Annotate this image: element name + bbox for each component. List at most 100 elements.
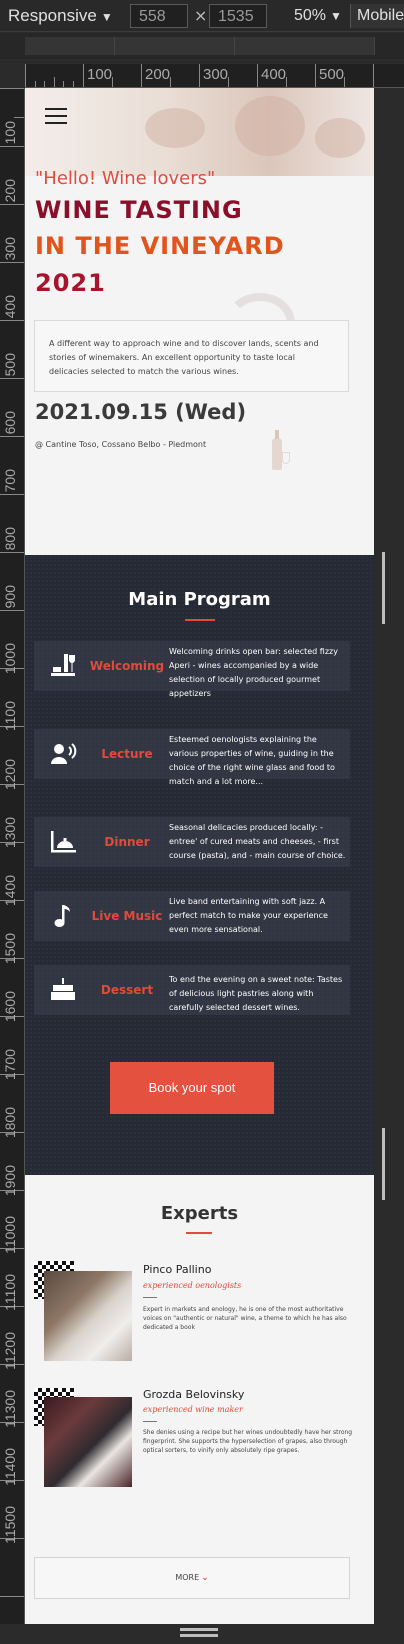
program-item-label: Live Music: [91, 909, 163, 923]
ruler-tick: [199, 64, 200, 87]
program-item: Welcoming Welcoming drinks open bar: sel…: [34, 641, 350, 698]
ruler-tick: [112, 77, 113, 87]
device-label: Responsive: [8, 6, 97, 25]
ruler-label: 1300: [2, 817, 18, 849]
ruler-tick: [0, 146, 24, 147]
more-button[interactable]: MORE ⌄: [34, 1557, 350, 1599]
ruler-tick: [0, 320, 24, 321]
ruler-label: 1600: [2, 991, 18, 1023]
media-query-segment[interactable]: [115, 37, 235, 55]
media-query-bar: [0, 33, 404, 59]
section-title: Main Program: [128, 589, 271, 610]
expert-role: experienced wine maker: [143, 1405, 243, 1414]
hamburger-menu-icon[interactable]: [45, 108, 67, 124]
speaker-icon: [51, 743, 77, 764]
expert-name: Pinco Pallino: [143, 1263, 212, 1276]
wine-bottle-glass-icon: [51, 654, 75, 676]
program-item-label: Welcoming: [89, 659, 165, 673]
expert-bio: She denies using a recipe but her wines …: [143, 1429, 353, 1454]
ruler-label: 11200: [2, 1332, 18, 1370]
height-input[interactable]: 1535: [209, 4, 267, 28]
ruler-label: 800: [2, 527, 18, 551]
ruler-tick: [83, 64, 84, 87]
hero-title-line3: 2021: [35, 269, 106, 297]
program-item: Lecture Esteemed oenologists explaining …: [34, 729, 350, 786]
intro-text: A different way to approach wine and to …: [49, 339, 319, 376]
hero-section: "Hello! Wine lovers" WINE TASTING IN THE…: [25, 88, 374, 555]
ruler-tick: [0, 262, 24, 263]
ruler-tick: [0, 494, 24, 495]
ruler-tick: [0, 610, 24, 611]
chevron-down-icon: ⌄: [201, 1573, 209, 1583]
vertical-ruler: 100 200 300 400 500 600 700 800 900 1000…: [0, 88, 25, 1624]
ruler-tick: [14, 117, 24, 118]
resize-handle-right[interactable]: [382, 1128, 392, 1200]
width-input[interactable]: 558: [130, 4, 188, 28]
expert-name: Grozda Belovinsky: [143, 1388, 245, 1401]
media-query-segment[interactable]: [235, 37, 375, 55]
ruler-tick: [0, 436, 24, 437]
event-date: 2021.09.15 (Wed): [35, 400, 247, 424]
ruler-tick: [54, 77, 55, 87]
ruler-label: 200: [2, 179, 18, 203]
ruler-tick: [63, 81, 64, 87]
hero-background-photo: [25, 88, 374, 176]
ruler-tick: [373, 64, 374, 87]
expert-photo: [44, 1271, 132, 1361]
expert-photo: [44, 1397, 132, 1487]
intro-box: A different way to approach wine and to …: [34, 320, 349, 392]
resize-handle-right[interactable]: [382, 552, 392, 624]
ruler-tick: [141, 64, 142, 87]
ruler-tick: [0, 88, 24, 89]
ruler-label: 500: [319, 66, 345, 83]
ruler-label: 300: [203, 66, 229, 83]
wine-bottle-decoration: [272, 430, 282, 470]
ruler-tick: [25, 64, 26, 87]
section-title: Experts: [160, 1203, 239, 1224]
event-venue: @ Cantine Toso, Cossano Belbo - Piedmont: [35, 440, 207, 449]
ruler-tick: [0, 552, 24, 553]
mode-select[interactable]: Mobile: [350, 4, 404, 28]
ruler-tick: [344, 77, 345, 87]
ruler-label: 100: [2, 121, 18, 145]
ruler-label: 100: [87, 66, 113, 83]
ruler-label: 1000: [2, 643, 18, 675]
ruler-label: 11400: [2, 1448, 18, 1486]
program-item-desc: Welcoming drinks open bar: selected fizz…: [169, 647, 338, 698]
device-viewport: "Hello! Wine lovers" WINE TASTING IN THE…: [25, 88, 374, 1624]
program-item-desc: Esteemed oenologists explaining the vari…: [169, 735, 335, 786]
ruler-label: 300: [2, 237, 18, 261]
ruler-tick: [257, 64, 258, 87]
experts-section: Experts Pinco Pallino experienced oenolo…: [25, 1175, 374, 1624]
hero-greeting: "Hello! Wine lovers": [35, 168, 216, 189]
ruler-tick: [228, 77, 229, 87]
more-label: MORE: [175, 1573, 200, 1582]
book-spot-button[interactable]: Book your spot: [110, 1062, 274, 1114]
ruler-tick: [0, 378, 24, 379]
ruler-tick: [315, 64, 316, 87]
horizontal-ruler: 100 200 300 400 500: [25, 64, 404, 88]
devtools-toolbar: Responsive ▼ 558 × 1535 50% ▼ Mobile: [0, 0, 404, 32]
device-select[interactable]: Responsive ▼: [8, 4, 113, 28]
ruler-tick: [170, 77, 171, 87]
expert-divider: [143, 1421, 157, 1422]
zoom-select[interactable]: 50% ▼: [294, 4, 342, 28]
zoom-label: 50%: [294, 7, 327, 24]
ruler-label: 700: [2, 469, 18, 493]
program-item-label: Dinner: [104, 835, 150, 849]
ruler-tick: [44, 81, 45, 87]
caret-down-icon: ▼: [330, 9, 342, 23]
program-item-desc: Seasonal delicacies produced locally: - …: [169, 823, 346, 860]
media-query-segment[interactable]: [25, 37, 115, 55]
ruler-label: 1800: [2, 1107, 18, 1139]
program-item-desc: To end the evening on a sweet note: Tast…: [169, 975, 343, 1012]
music-note-icon: [54, 905, 70, 927]
program-item: Dessert To end the evening on a sweet no…: [34, 965, 350, 1015]
hero-title-line1: WINE TASTING: [35, 196, 243, 224]
ruler-label: 500: [2, 353, 18, 377]
program-item-desc: Live band entertaining with soft jazz. A…: [169, 897, 328, 934]
ruler-label: 11100: [2, 1274, 18, 1311]
ruler-label: 400: [2, 295, 18, 319]
ruler-label: 11300: [2, 1390, 18, 1428]
resize-handle-bottom[interactable]: [180, 1628, 218, 1638]
